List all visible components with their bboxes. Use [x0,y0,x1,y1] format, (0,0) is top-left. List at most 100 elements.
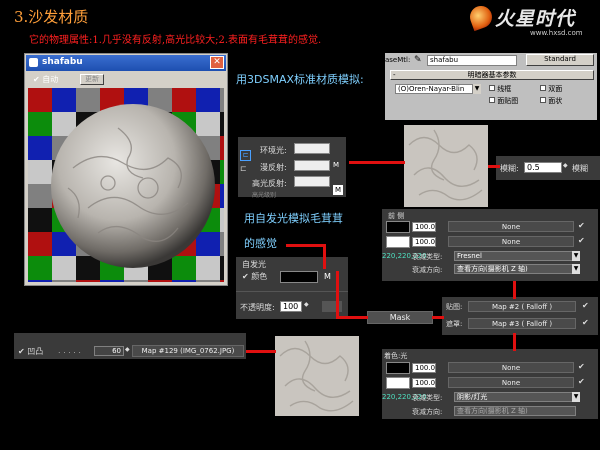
falloff-bottom-dir-label: 衰减方向: [412,408,443,416]
diffuse-texture-thumbnail [404,125,488,207]
window-titlebar[interactable]: shafabu ✕ [26,55,226,71]
checkbox-box [489,85,495,91]
falloff-bottom-panel: 着色:光 100.0 None ✔ 100.0 None ✔ 220,220,2… [382,349,598,419]
checkbox-box [540,97,546,103]
checkmark-icon[interactable]: ✔ [582,318,589,327]
self-illum-map-button[interactable]: M [324,272,331,281]
falloff-bottom-map1-button[interactable]: None [448,362,574,373]
checkmark-icon[interactable]: ✔ [578,362,585,371]
caption-self-illum-line2: 的感觉 [244,237,277,250]
map-slot-button[interactable]: Map #2 ( Falloff ) [468,301,576,312]
shader-rollout-header[interactable]: - 明暗器基本参数 [390,70,594,80]
connector-line [513,333,516,351]
diffuse-map-button[interactable]: M [333,161,339,169]
falloff-top-value2[interactable]: 100.0 [412,237,436,247]
falloff-bottom-map2-button[interactable]: None [448,377,574,388]
diffuse-label: 漫反射: [260,163,287,172]
self-illum-color-swatch[interactable] [280,271,318,283]
logo-text: 火星时代 [495,8,576,30]
opacity-map-button[interactable] [322,301,342,312]
falloff-bottom-value2[interactable]: 100.0 [412,378,436,388]
close-icon: ✕ [213,57,221,67]
material-label: aseMtl: [385,56,411,64]
blur-label: 模糊: [500,164,519,173]
checkmark-icon: ✔ [242,272,249,281]
self-illum-color-label: 颜色 [251,272,268,281]
bump-amount-input[interactable]: 60 [94,346,124,356]
update-button[interactable]: 更新 [80,74,104,85]
lock-bracket-icon-2[interactable]: ⊏ [240,164,247,173]
dropdown-arrow-icon[interactable]: ▼ [572,392,580,402]
checkmark-icon[interactable]: ✔ [578,221,585,230]
falloff-top-dir-dropdown[interactable]: 查看方向(摄影机 Z 轴) [454,264,576,274]
connector-line [513,281,516,299]
blur-panel: 模糊: 0.5 ◆ 模糊 [496,156,600,180]
checkmark-icon[interactable]: ✔ [582,301,589,310]
checkbox-box [540,85,546,91]
falloff-top-map2-button[interactable]: None [448,236,574,247]
connector-line [336,316,368,319]
sphere-preview [51,104,215,268]
material-type-button[interactable]: Standard [526,54,594,66]
page-subtitle: 它的物理属性:1.几乎没有反射,高光比较大;2.表面有毛茸茸的感觉. [29,35,322,46]
falloff-bottom-dir-dropdown[interactable]: 查看方向(摄影机 Z 轴) [454,406,576,416]
material-name-field[interactable]: shafabu [427,55,517,66]
self-illum-color-checkbox[interactable]: ✔ 颜色 [242,271,267,282]
specular-color-swatch[interactable] [294,176,330,187]
mask-button[interactable]: Mask [367,311,433,324]
material-header-panel: aseMtl: ✎ shafabu Standard - 明暗器基本参数 (O)… [385,53,597,120]
bump-map-button[interactable]: Map #129 (IMG_0762.JPG) [132,345,244,357]
dropdown-arrow-icon[interactable]: ▼ [572,264,580,274]
window-title: shafabu [42,57,83,67]
face-map-checkbox[interactable]: 面贴图 [489,96,518,106]
opacity-input[interactable]: 100 [280,301,302,312]
mask-maps-panel: 贴图: Map #2 ( Falloff ) ✔ 遮罩: Map #3 ( Fa… [442,297,598,335]
dropdown-arrow-icon[interactable]: ▼ [572,251,580,261]
two-sided-checkbox[interactable]: 双面 [540,84,562,94]
close-button[interactable]: ✕ [210,56,224,69]
opacity-label: 不透明度: [240,303,275,312]
checkmark-icon[interactable]: ✔ [578,377,585,386]
specular-level-label: 高光级别 [252,192,277,199]
falloff-top-map1-button[interactable]: None [448,221,574,232]
falloff-top-value1[interactable]: 100.0 [412,222,436,232]
checkmark-icon[interactable]: ✔ [578,236,585,245]
specular-map-button[interactable]: M [333,185,343,195]
two-sided-label: 双面 [548,85,563,93]
opacity-spinner-icon[interactable]: ◆ [304,301,309,308]
mask-label: 遮罩: [446,320,463,328]
falloff-bottom-color1[interactable] [386,362,410,374]
mask-slot-button[interactable]: Map #3 ( Falloff ) [468,318,576,329]
ambient-color-swatch[interactable] [294,143,330,154]
falloff-top-color2[interactable] [386,236,410,248]
checkmark-icon: ✔ [33,75,40,84]
connector-line [432,316,444,319]
diffuse-color-swatch[interactable] [294,160,330,171]
bump-spinner-icon[interactable]: ◆ [125,346,130,353]
self-illum-panel: 自发光 ✔ 颜色 M 不透明度: 100 ◆ [236,257,348,319]
auto-checkbox[interactable]: ✔ 自动 [33,74,58,85]
bump-texture-thumbnail [275,336,359,416]
self-illum-title: 自发光 [242,260,266,269]
ambient-label: 环境光: [260,146,287,155]
falloff-bottom-value1[interactable]: 100.0 [412,363,436,373]
falloff-bottom-type-dropdown[interactable]: 阴影/灯光 [454,392,576,402]
window-app-icon [29,58,38,67]
falloff-bottom-color2[interactable] [386,377,410,389]
falloff-top-color1[interactable] [386,221,410,233]
falloff-top-type-dropdown[interactable]: Fresnel [454,251,576,261]
divider [236,291,348,292]
falloff-top-panel: 前 侧 100.0 None ✔ 100.0 None ✔ 220,220,22… [382,209,598,281]
flame-icon [466,2,496,32]
lock-bracket-icon[interactable]: ⊏ [240,150,251,161]
blur-input[interactable]: 0.5 [524,162,562,173]
connector-line [246,350,276,353]
eyedropper-icon[interactable]: ✎ [414,55,422,65]
blur-spinner-icon[interactable]: ◆ [563,162,568,169]
shader-dropdown[interactable]: (O)Oren-Nayar-Blin [395,84,473,94]
wire-checkbox[interactable]: 线框 [489,84,511,94]
faceted-checkbox[interactable]: 面状 [540,96,562,106]
bump-checkbox[interactable]: ✔ 凹凸 [18,346,43,357]
faceted-label: 面状 [548,97,563,105]
dropdown-arrow-icon[interactable]: ▼ [473,84,481,94]
